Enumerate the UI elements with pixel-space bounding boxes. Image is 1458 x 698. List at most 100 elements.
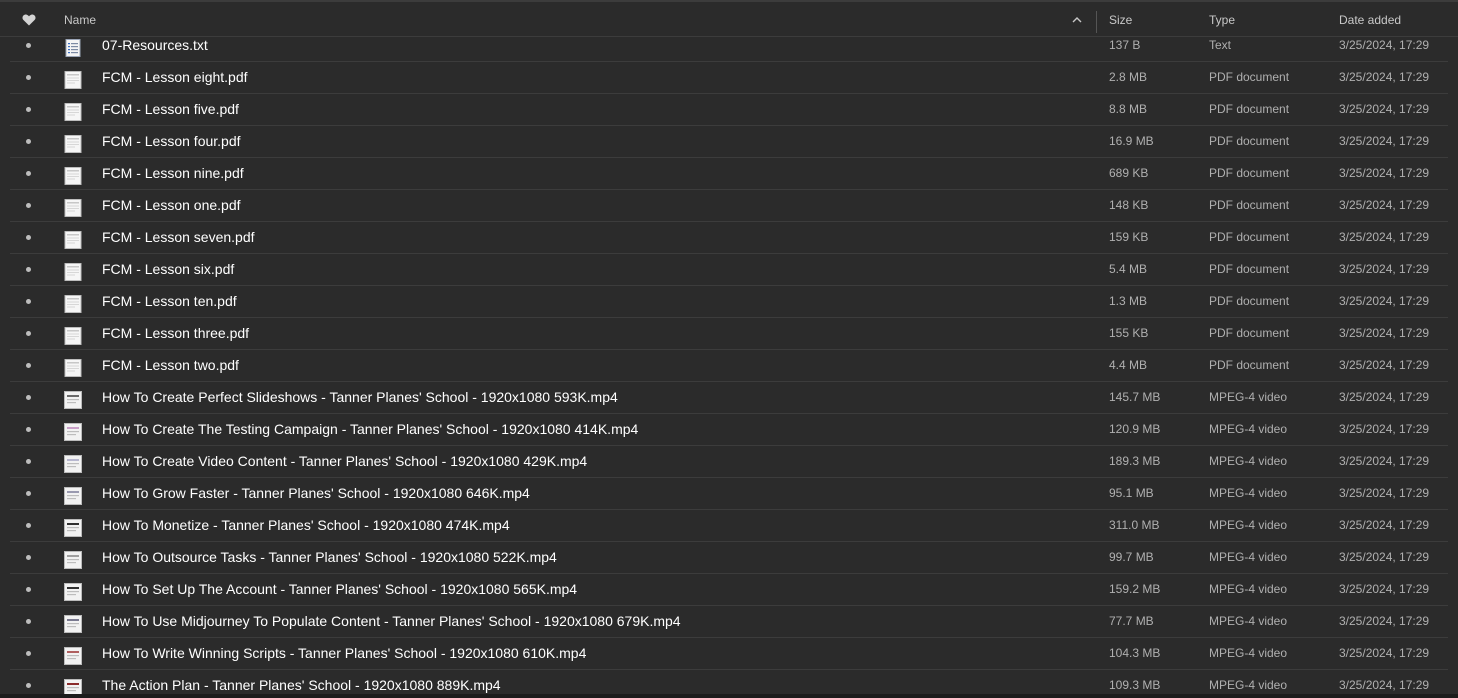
date-added: 3/25/2024, 17:29	[1339, 422, 1430, 436]
list-item[interactable]: How To Monetize - Tanner Planes' School …	[10, 510, 1448, 542]
date-added: 3/25/2024, 17:29	[1339, 134, 1430, 148]
file-type: PDF document	[1209, 102, 1290, 116]
file-type: PDF document	[1209, 198, 1290, 212]
date-column-header[interactable]: Date added	[1339, 2, 1401, 37]
bullet-icon	[26, 478, 34, 509]
name-column-header[interactable]: Name	[64, 2, 96, 37]
date-added: 3/25/2024, 17:29	[1339, 198, 1430, 212]
file-size: 689 KB	[1109, 166, 1149, 180]
video-thumbnail-icon	[64, 421, 82, 441]
date-added: 3/25/2024, 17:29	[1339, 358, 1430, 372]
file-type: MPEG-4 video	[1209, 646, 1288, 660]
date-added: 3/25/2024, 17:29	[1339, 646, 1430, 660]
pdf-thumbnail-icon	[64, 357, 82, 377]
bottom-edge	[0, 694, 1458, 698]
list-item[interactable]: How To Grow Faster - Tanner Planes' Scho…	[10, 478, 1448, 510]
bullet-icon	[26, 62, 34, 93]
list-item[interactable]: FCM - Lesson two.pdf 4.4 MB PDF document…	[10, 350, 1448, 382]
pdf-thumbnail-icon	[64, 293, 82, 313]
file-size: 95.1 MB	[1109, 486, 1154, 500]
file-type: PDF document	[1209, 230, 1290, 244]
sort-ascending-icon[interactable]	[1072, 2, 1086, 37]
bullet-icon	[26, 510, 34, 541]
bullet-icon	[26, 382, 34, 413]
file-name: FCM - Lesson six.pdf	[102, 261, 235, 277]
date-added: 3/25/2024, 17:29	[1339, 390, 1430, 404]
column-divider[interactable]	[1096, 11, 1097, 33]
column-header: Name Size Type Date added	[0, 0, 1458, 37]
date-added: 3/25/2024, 17:29	[1339, 262, 1430, 276]
heart-icon	[22, 14, 36, 26]
pdf-thumbnail-icon	[64, 325, 82, 345]
list-item[interactable]: How To Create Perfect Slideshows - Tanne…	[10, 382, 1448, 414]
date-added: 3/25/2024, 17:29	[1339, 550, 1430, 564]
list-item[interactable]: How To Create The Testing Campaign - Tan…	[10, 414, 1448, 446]
file-type: MPEG-4 video	[1209, 486, 1288, 500]
file-type: PDF document	[1209, 326, 1290, 340]
file-size: 5.4 MB	[1109, 262, 1148, 276]
bullet-icon	[26, 126, 34, 157]
video-thumbnail-icon	[64, 549, 82, 569]
date-added: 3/25/2024, 17:29	[1339, 454, 1430, 468]
list-item[interactable]: FCM - Lesson one.pdf 148 KB PDF document…	[10, 190, 1448, 222]
pdf-thumbnail-icon	[64, 261, 82, 281]
list-item[interactable]: How To Set Up The Account - Tanner Plane…	[10, 574, 1448, 606]
size-column-header[interactable]: Size	[1109, 2, 1132, 37]
list-item[interactable]: FCM - Lesson six.pdf 5.4 MB PDF document…	[10, 254, 1448, 286]
file-name: FCM - Lesson seven.pdf	[102, 229, 255, 245]
video-thumbnail-icon	[64, 517, 82, 537]
date-added: 3/25/2024, 17:29	[1339, 518, 1430, 532]
file-name: How To Create Perfect Slideshows - Tanne…	[102, 389, 618, 405]
favorite-column-header[interactable]	[22, 2, 38, 37]
file-type: PDF document	[1209, 70, 1290, 84]
list-item[interactable]: How To Outsource Tasks - Tanner Planes' …	[10, 542, 1448, 574]
list-item[interactable]: How To Write Winning Scripts - Tanner Pl…	[10, 638, 1448, 670]
list-item[interactable]: FCM - Lesson eight.pdf 2.8 MB PDF docume…	[10, 62, 1448, 94]
bullet-icon	[26, 94, 34, 125]
file-name: FCM - Lesson three.pdf	[102, 325, 250, 341]
list-item[interactable]: FCM - Lesson five.pdf 8.8 MB PDF documen…	[10, 94, 1448, 126]
file-size: 159.2 MB	[1109, 582, 1161, 596]
video-thumbnail-icon	[64, 581, 82, 601]
file-type: PDF document	[1209, 294, 1290, 308]
bullet-icon	[26, 254, 34, 285]
file-type: PDF document	[1209, 134, 1290, 148]
list-item[interactable]: FCM - Lesson nine.pdf 689 KB PDF documen…	[10, 158, 1448, 190]
file-name: How To Create Video Content - Tanner Pla…	[102, 453, 588, 469]
pdf-thumbnail-icon	[64, 165, 82, 185]
bullet-icon	[26, 638, 34, 669]
date-added: 3/25/2024, 17:29	[1339, 230, 1430, 244]
list-item[interactable]: FCM - Lesson ten.pdf 1.3 MB PDF document…	[10, 286, 1448, 318]
file-type: PDF document	[1209, 358, 1290, 372]
video-thumbnail-icon	[64, 453, 82, 473]
pdf-thumbnail-icon	[64, 197, 82, 217]
file-name: FCM - Lesson ten.pdf	[102, 293, 237, 309]
list-item[interactable]: FCM - Lesson seven.pdf 159 KB PDF docume…	[10, 222, 1448, 254]
file-name: How To Write Winning Scripts - Tanner Pl…	[102, 645, 587, 661]
file-size: 145.7 MB	[1109, 390, 1161, 404]
file-name: How To Monetize - Tanner Planes' School …	[102, 517, 510, 533]
bullet-icon	[26, 286, 34, 317]
file-name: How To Grow Faster - Tanner Planes' Scho…	[102, 485, 530, 501]
list-item[interactable]: FCM - Lesson three.pdf 155 KB PDF docume…	[10, 318, 1448, 350]
video-thumbnail-icon	[64, 485, 82, 505]
file-size: 104.3 MB	[1109, 646, 1161, 660]
date-added: 3/25/2024, 17:29	[1339, 614, 1430, 628]
date-added: 3/25/2024, 17:29	[1339, 486, 1430, 500]
file-name: FCM - Lesson two.pdf	[102, 357, 239, 373]
list-item[interactable]: FCM - Lesson four.pdf 16.9 MB PDF docume…	[10, 126, 1448, 158]
file-size: 2.8 MB	[1109, 70, 1148, 84]
pdf-thumbnail-icon	[64, 229, 82, 249]
file-size: 155 KB	[1109, 326, 1149, 340]
file-name: How To Use Midjourney To Populate Conten…	[102, 613, 681, 629]
bullet-icon	[26, 606, 34, 637]
type-column-header[interactable]: Type	[1209, 2, 1235, 37]
file-type: MPEG-4 video	[1209, 390, 1288, 404]
file-name: How To Set Up The Account - Tanner Plane…	[102, 581, 578, 597]
list-item[interactable]: How To Use Midjourney To Populate Conten…	[10, 606, 1448, 638]
file-size: 77.7 MB	[1109, 614, 1154, 628]
file-size: 1.3 MB	[1109, 294, 1148, 308]
list-item[interactable]: How To Create Video Content - Tanner Pla…	[10, 446, 1448, 478]
file-type: MPEG-4 video	[1209, 550, 1288, 564]
pdf-thumbnail-icon	[64, 133, 82, 153]
